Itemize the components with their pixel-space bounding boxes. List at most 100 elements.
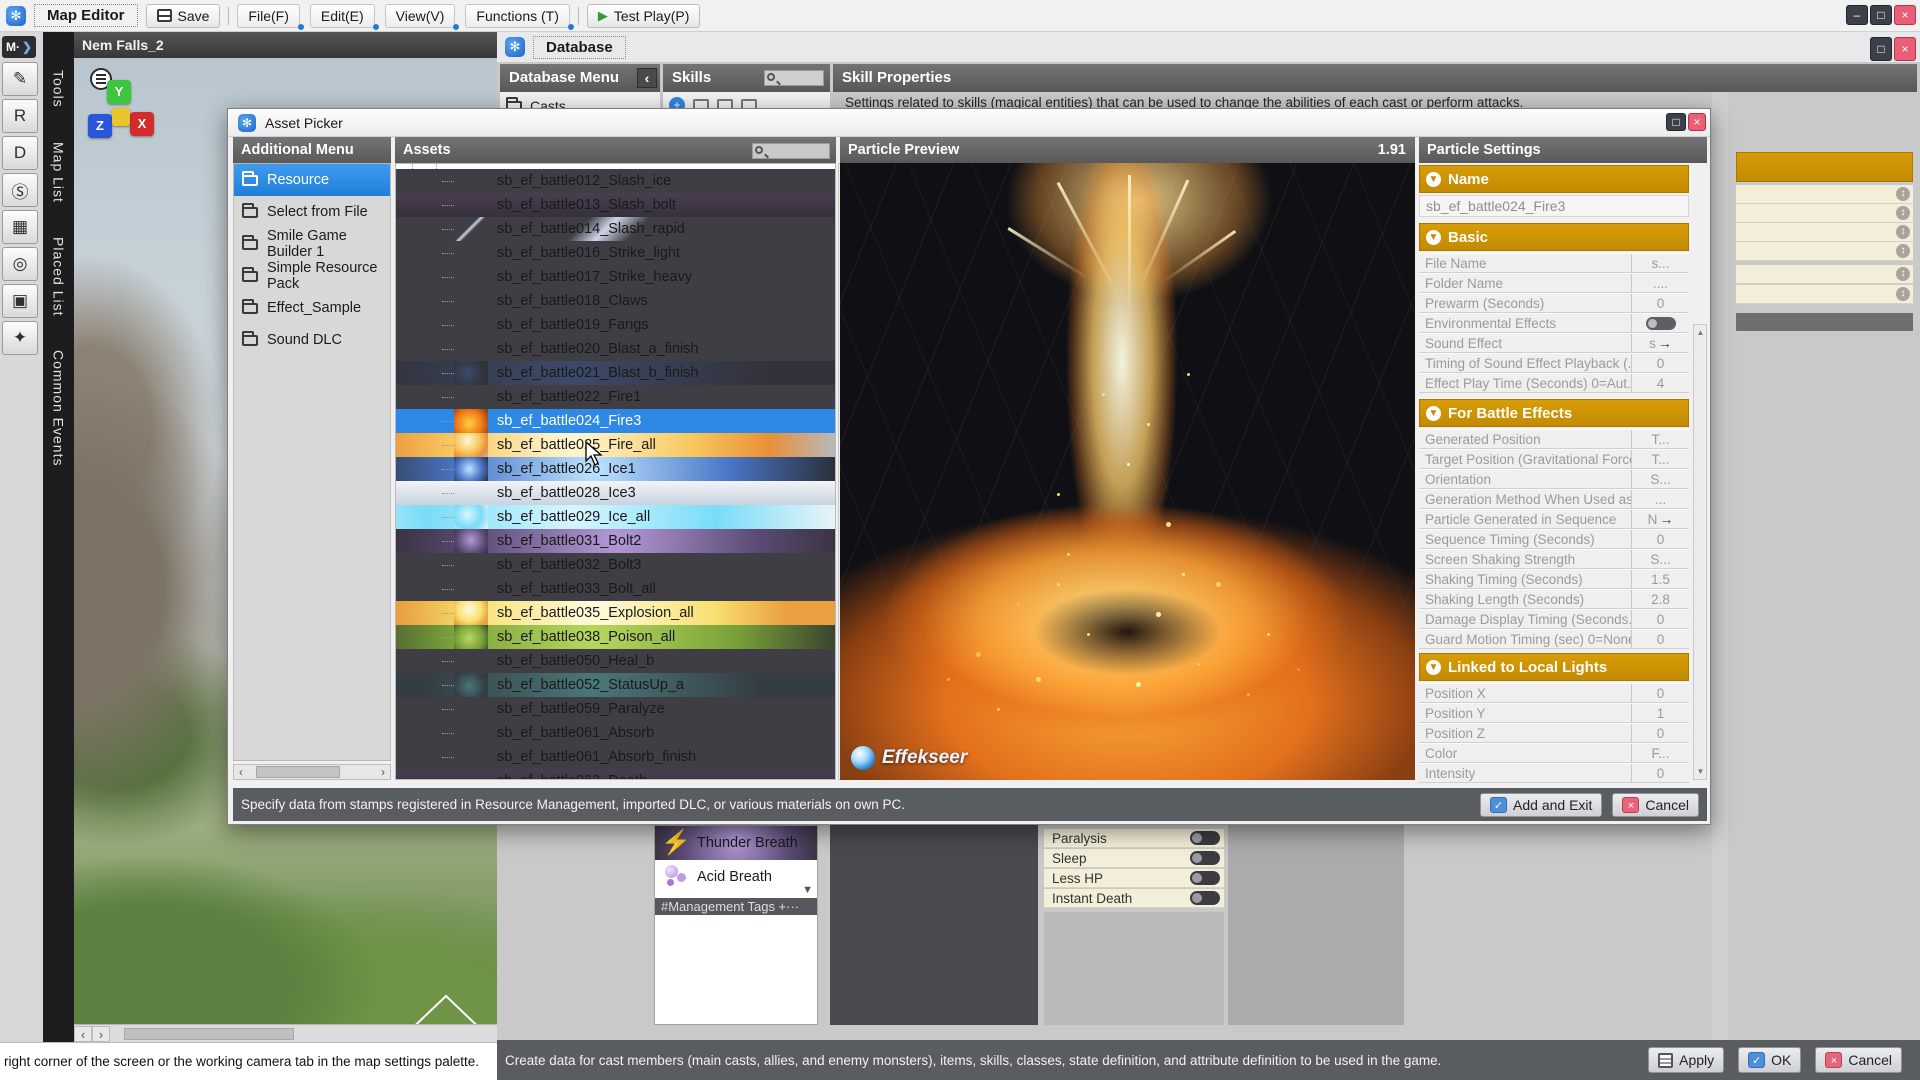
properties-row[interactable]: ↕ <box>1736 223 1913 242</box>
section-name[interactable]: ▼ Name <box>1419 165 1689 193</box>
scrollbar-thumb[interactable] <box>124 1028 294 1040</box>
skill-list-item[interactable]: Acid Breath <box>655 860 817 894</box>
properties-row[interactable]: ↕ <box>1736 185 1913 204</box>
additional-menu-item[interactable]: Effect_Sample <box>234 292 390 324</box>
state-toggle-row[interactable]: Instant Death <box>1044 889 1224 908</box>
cancel-button[interactable]: × Cancel <box>1815 1047 1902 1073</box>
map-horizontal-scrollbar[interactable]: ‹ › <box>74 1024 497 1042</box>
settings-row[interactable]: Environmental Effects <box>1419 313 1689 333</box>
section-basic[interactable]: ▼ Basic <box>1419 223 1689 251</box>
menu-item[interactable]: Functions (T) <box>465 4 569 28</box>
asset-row[interactable]: sb_ef_battle020_Blast_a_finish <box>396 337 835 361</box>
settings-row[interactable]: File Name s... <box>1419 253 1689 273</box>
toggle-switch[interactable] <box>1190 891 1220 905</box>
close-icon[interactable]: × <box>1894 37 1916 61</box>
settings-row[interactable]: Folder Name .... <box>1419 273 1689 293</box>
gizmo-center-cube[interactable] <box>112 108 130 126</box>
asset-row[interactable]: sb_ef_battle050_Heal_b <box>396 649 835 673</box>
properties-row[interactable]: ↕ <box>1736 204 1913 223</box>
asset-row[interactable]: sb_ef_battle022_Fire1 <box>396 385 835 409</box>
card-list-tool-icon[interactable]: ▣ <box>2 284 38 318</box>
toggle-switch[interactable] <box>1190 851 1220 865</box>
settings-row[interactable]: Prewarm (Seconds) 0 <box>1419 293 1689 313</box>
sort-icon[interactable]: ↕ <box>1896 244 1910 258</box>
scroll-right-icon[interactable]: › <box>92 1026 110 1042</box>
settings-row[interactable]: Orientation S... <box>1419 469 1689 489</box>
palette-tab[interactable]: Map List <box>51 142 67 203</box>
settings-row[interactable]: Effect Play Time (Seconds) 0=Aut... 4 <box>1419 373 1689 393</box>
additional-menu-scrollbar[interactable]: ‹ › <box>233 764 391 780</box>
asset-row[interactable]: sb_ef_battle032_Bolt3 <box>396 553 835 577</box>
stamp-edit-tool-icon[interactable]: ✎ <box>2 62 38 96</box>
additional-menu-item[interactable]: Select from File <box>234 196 390 228</box>
asset-row[interactable]: sb_ef_battle021_Blast_b_finish <box>396 361 835 385</box>
assets-search-input[interactable] <box>752 143 830 159</box>
collapse-panel-icon[interactable]: ‹ <box>637 68 657 88</box>
properties-row[interactable]: ↕ <box>1736 242 1913 261</box>
scrollbar-thumb[interactable] <box>256 766 340 778</box>
add-and-exit-button[interactable]: ✓ Add and Exit <box>1480 793 1602 817</box>
state-toggle-row[interactable]: Paralysis <box>1044 829 1224 848</box>
asset-row[interactable]: sb_ef_battle026_Ice1 <box>396 457 835 481</box>
camera-zoom-tool-icon[interactable]: ◎ <box>2 247 38 281</box>
test-play-button[interactable]: ▶ Test Play(P) <box>587 4 700 28</box>
sort-icon[interactable]: ↕ <box>1896 287 1910 301</box>
scroll-right-icon[interactable]: › <box>376 765 390 779</box>
settings-row[interactable]: Sound Effect s → <box>1419 333 1689 353</box>
particle-preview-viewport[interactable]: Effekseer <box>840 163 1415 780</box>
scroll-left-icon[interactable]: ‹ <box>74 1026 92 1042</box>
additional-menu-item[interactable]: Sound DLC <box>234 324 390 356</box>
settings-row[interactable]: Particle Generated in Sequence N → <box>1419 509 1689 529</box>
cancel-button[interactable]: × Cancel <box>1612 793 1699 817</box>
sort-icon[interactable]: ↕ <box>1896 187 1910 201</box>
settings-row[interactable]: Position Y 1 <box>1419 703 1689 723</box>
minimize-icon[interactable]: – <box>1846 5 1868 25</box>
skill-list-item[interactable]: Thunder Breath <box>655 826 817 860</box>
asset-row[interactable]: sb_ef_battle029_Ice_all <box>396 505 835 529</box>
asset-row[interactable]: sb_ef_battle025_Fire_all <box>396 433 835 457</box>
asset-row[interactable]: sb_ef_battle016_Strike_light <box>396 241 835 265</box>
asset-row[interactable]: sb_ef_battle061_Absorb <box>396 721 835 745</box>
asset-row[interactable]: sb_ef_battle035_Explosion_all <box>396 601 835 625</box>
asset-row[interactable]: sb_ef_battle017_Strike_heavy <box>396 265 835 289</box>
asset-row[interactable]: sb_ef_battle038_Poison_all <box>396 625 835 649</box>
settings-scrollbar[interactable]: ▲ ▼ <box>1693 324 1707 780</box>
additional-menu-item[interactable]: Resource <box>234 164 390 196</box>
asset-row[interactable]: sb_ef_battle024_Fire3 <box>396 409 835 433</box>
sort-icon[interactable]: ↕ <box>1896 206 1910 220</box>
state-toggle-row[interactable]: Less HP <box>1044 869 1224 888</box>
skills-search-input[interactable] <box>764 70 824 86</box>
maximize-icon[interactable]: □ <box>1666 113 1686 131</box>
asset-row[interactable]: sb_ef_battle031_Bolt2 <box>396 529 835 553</box>
scroll-left-icon[interactable]: ‹ <box>234 765 248 779</box>
close-icon[interactable]: × <box>1894 5 1916 25</box>
database-tool-icon[interactable]: D <box>2 136 38 170</box>
toggle-switch[interactable] <box>1190 871 1220 885</box>
settings-row[interactable]: Shaking Length (Seconds) 2.8 <box>1419 589 1689 609</box>
menu-item[interactable]: Edit(E) <box>310 4 375 28</box>
settings-row[interactable]: Position X 0 <box>1419 683 1689 703</box>
scroll-down-icon[interactable]: ▼ <box>802 884 813 896</box>
display-settings-tool-icon[interactable]: ▦ <box>2 210 38 244</box>
settings-row[interactable]: Generated Position T... <box>1419 429 1689 449</box>
settings-row[interactable]: Timing of Sound Effect Playback (... 0 <box>1419 353 1689 373</box>
gizmo-x-axis[interactable]: X <box>130 112 154 136</box>
scroll-down-icon[interactable]: ▼ <box>1694 765 1707 778</box>
event-run-tool-icon[interactable]: ✦ <box>2 321 38 355</box>
additional-menu-item[interactable]: Smile Game Builder 1 <box>234 228 390 260</box>
maximize-icon[interactable]: □ <box>1870 5 1892 25</box>
asset-row[interactable]: sb_ef_battle061_Absorb_finish <box>396 745 835 769</box>
asset-row[interactable]: sb_ef_battle014_Slash_rapid <box>396 217 835 241</box>
asset-row[interactable]: sb_ef_battle018_Claws <box>396 289 835 313</box>
palette-tab[interactable]: Common Events <box>51 350 67 466</box>
main-menu-button[interactable]: M·❯ <box>2 36 36 58</box>
asset-row[interactable]: sb_ef_battle033_Bolt_all <box>396 577 835 601</box>
close-icon[interactable]: × <box>1688 113 1706 131</box>
settings-row[interactable]: Guard Motion Timing (sec) 0=None 0 <box>1419 629 1689 649</box>
toggle-switch[interactable] <box>1190 831 1220 845</box>
settings-row[interactable]: Screen Shaking Strength S... <box>1419 549 1689 569</box>
settings-row[interactable]: Damage Display Timing (Seconds... 0 <box>1419 609 1689 629</box>
save-button[interactable]: Save <box>146 4 221 28</box>
asset-row[interactable]: sb_ef_battle013_Slash_bolt <box>396 193 835 217</box>
ok-button[interactable]: ✓ OK <box>1738 1047 1801 1073</box>
